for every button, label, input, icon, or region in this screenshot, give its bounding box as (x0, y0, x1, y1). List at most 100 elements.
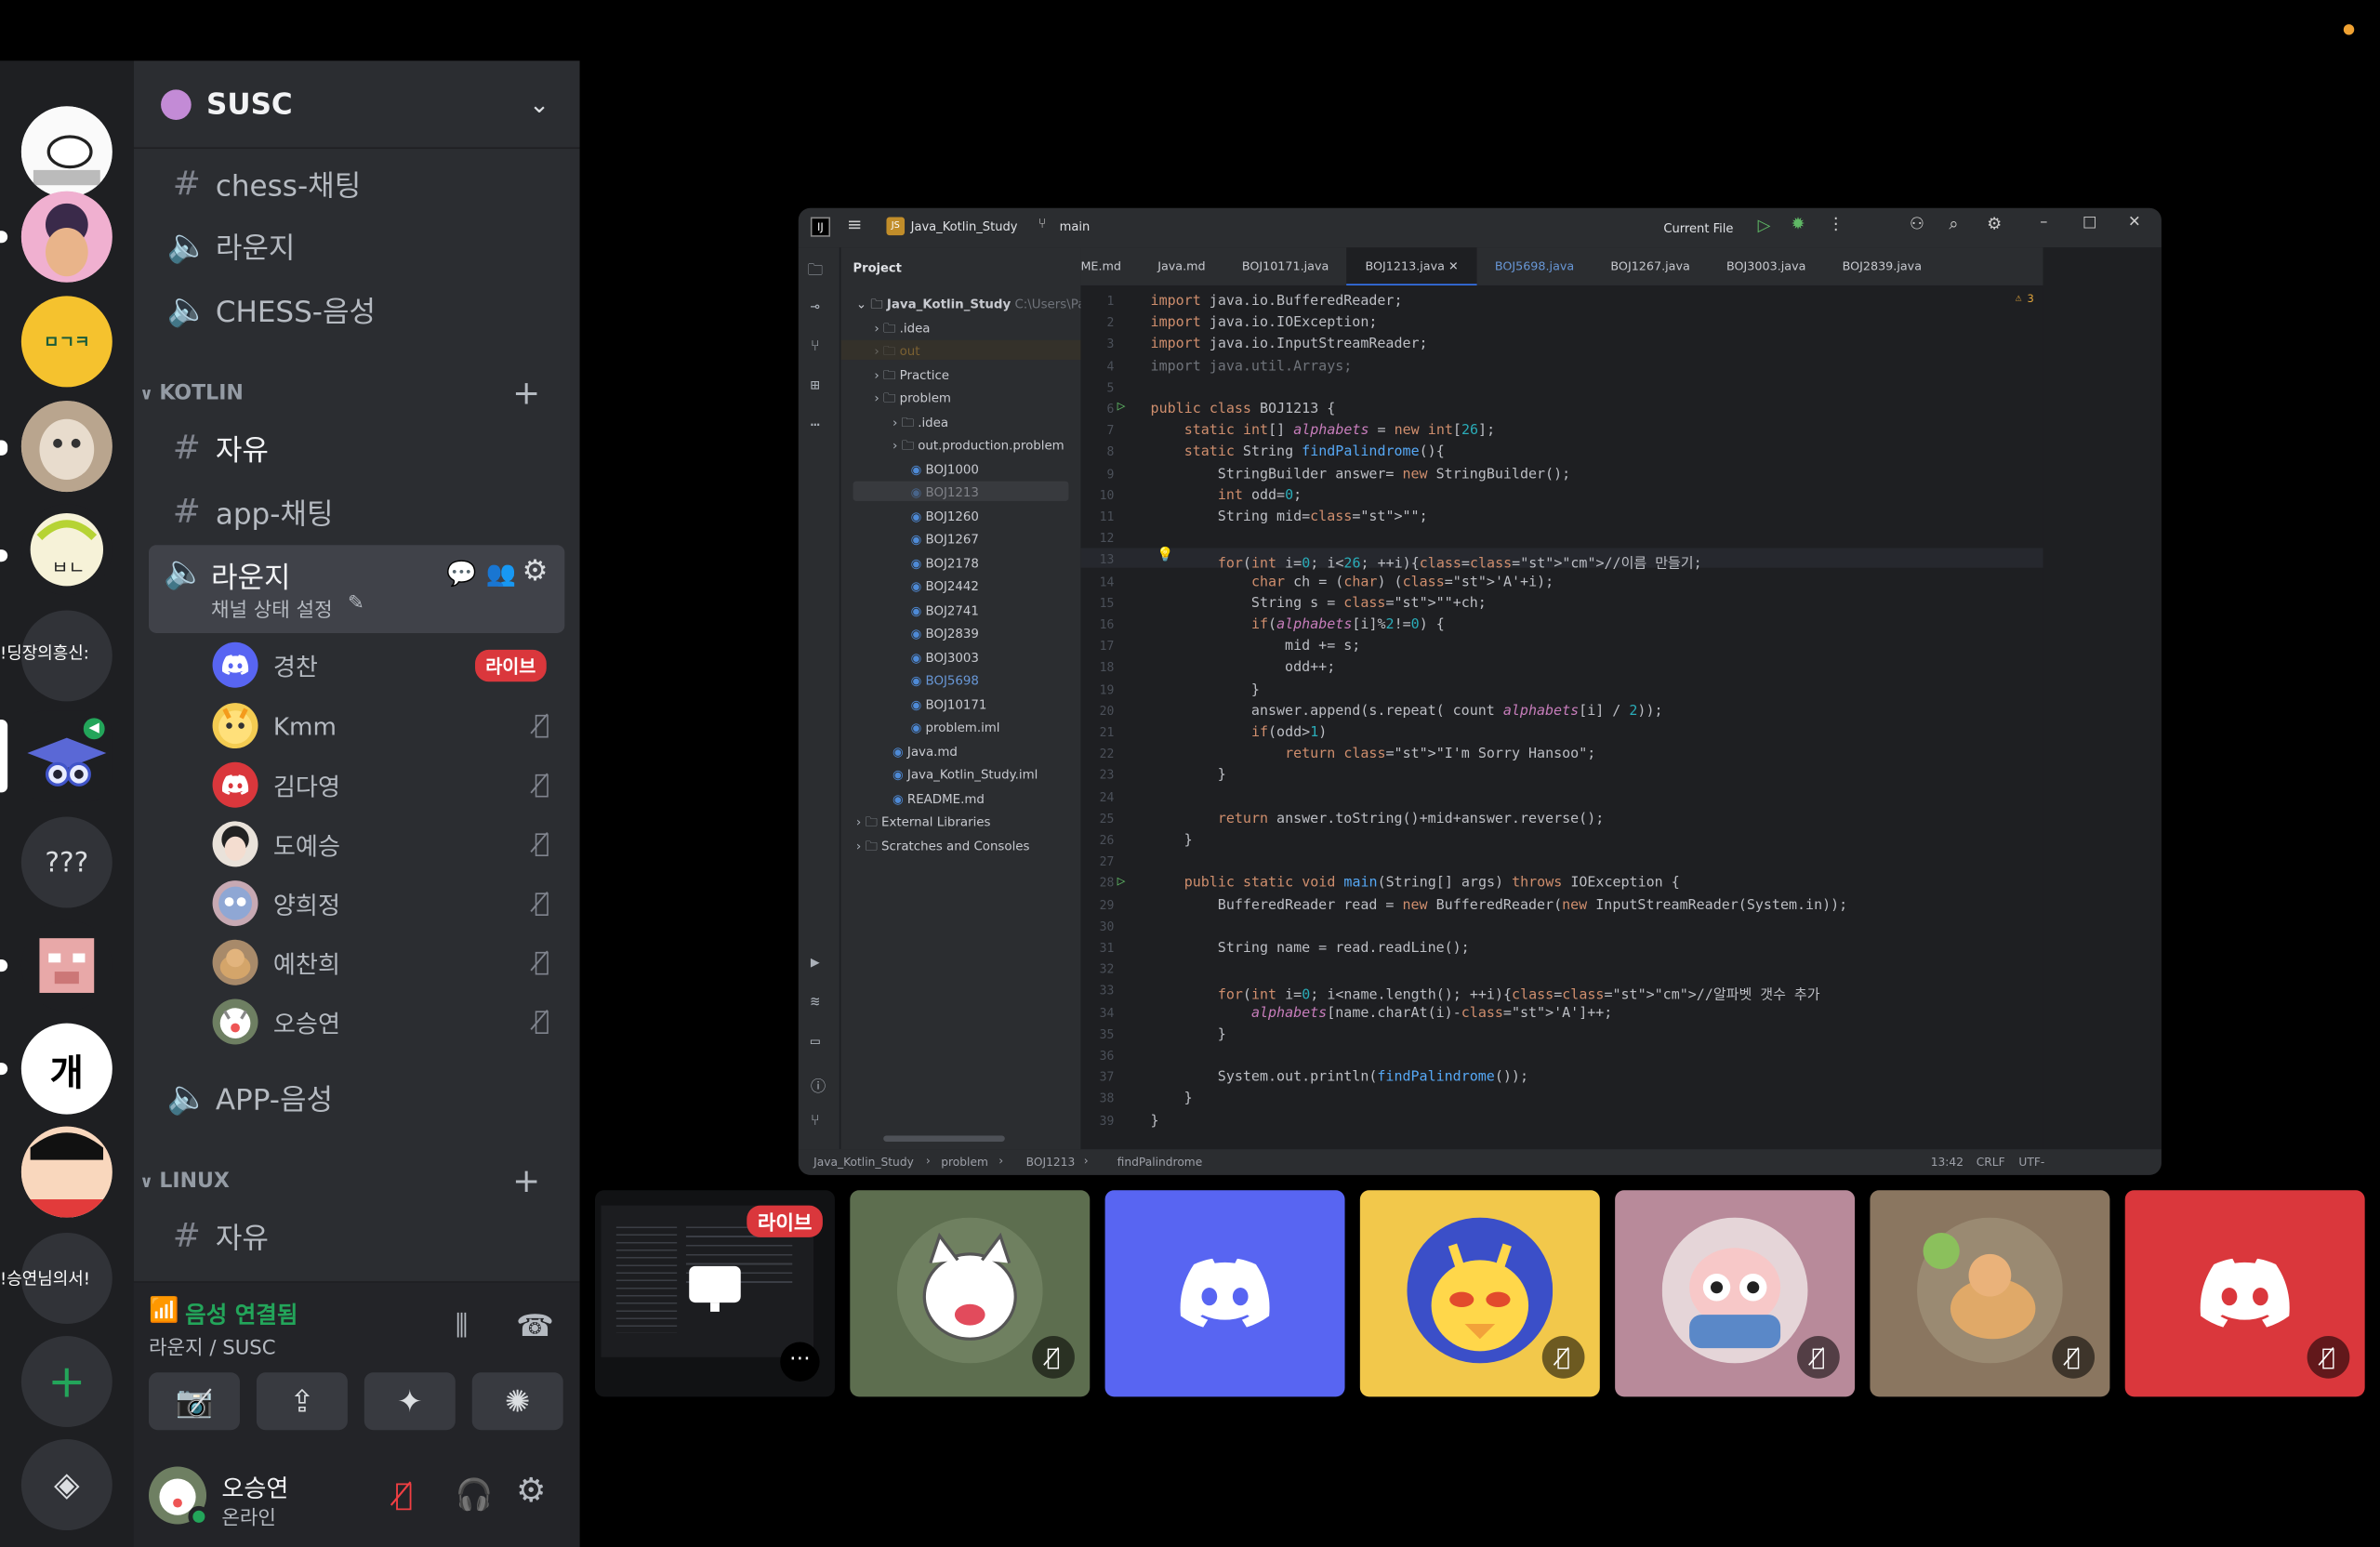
tree-root[interactable]: ⌄ 🗀 Java_Kotlin_Study C:\Users\Park (856, 296, 1098, 317)
run-icon[interactable]: ▷ (1758, 216, 1771, 235)
participant-tile[interactable]: 🎙̸ (850, 1190, 1091, 1397)
breadcrumb-class[interactable]: BOJ1213 (1026, 1156, 1076, 1170)
breadcrumb-folder[interactable]: problem (941, 1156, 988, 1170)
voice-user[interactable]: 도예승 🎙̸ (212, 817, 562, 872)
channel-chess-voice[interactable]: 🔈 CHESS-음성 (149, 281, 564, 338)
tree-item[interactable]: › 🗀 Practice (874, 366, 949, 388)
tree-item[interactable]: ◉ Java.md (892, 743, 958, 758)
add-channel-icon[interactable]: + (512, 1162, 540, 1200)
tree-item[interactable]: ◉ BOJ1267 (911, 532, 979, 547)
editor-tab[interactable]: BOJ5698.java (1476, 247, 1593, 285)
chat-bubble-icon[interactable]: 💬 (446, 559, 477, 588)
branch-selector[interactable]: main (1060, 220, 1091, 234)
server-icon-cat-photo[interactable] (20, 401, 112, 493)
headphones-icon[interactable]: 🎧 (456, 1475, 494, 1512)
user-avatar[interactable] (148, 1466, 210, 1527)
encoding[interactable]: UTF- (2018, 1156, 2044, 1170)
settings-gear-icon[interactable]: ⚙ (516, 1473, 546, 1511)
camera-off-button[interactable]: 📷̸ (148, 1372, 240, 1431)
screen-share-button[interactable]: ⇪ (256, 1372, 348, 1431)
run-gutter-icon[interactable]: ▷ (1117, 399, 1126, 414)
tree-item[interactable]: › 🗀 External Libraries (856, 813, 991, 835)
tree-item[interactable]: ◉ Java_Kotlin_Study.iml (892, 767, 1038, 782)
account-icon[interactable]: ⚇ (1910, 214, 1924, 233)
more-options-icon[interactable]: ⋯ (780, 1342, 820, 1382)
channel-lounge-active[interactable]: 🔈 라운지 채널 상태 설정 ✎ 💬 👥 ⚙ (148, 545, 565, 633)
tree-item[interactable]: ◉ README.md (892, 790, 985, 805)
pull-requests-icon[interactable]: ⑂ (811, 338, 820, 355)
git-icon[interactable]: ⑂ (811, 1113, 820, 1130)
project-folder-icon[interactable]: 🗀 (808, 259, 823, 285)
channel-status[interactable]: 채널 상태 설정 (211, 593, 333, 622)
voice-user[interactable]: 오승연 🎙̸ (212, 995, 562, 1050)
minimize-icon[interactable]: – (2040, 214, 2047, 231)
tree-item[interactable]: ◉ BOJ1260 (911, 508, 979, 522)
channel-kotlin-free[interactable]: # 자유 (149, 419, 564, 477)
tree-item[interactable]: ◉ problem.iml (911, 720, 1000, 734)
maximize-icon[interactable]: □ (2082, 214, 2096, 231)
commit-icon[interactable]: ⊸ (811, 299, 820, 316)
add-channel-icon[interactable]: + (512, 375, 540, 413)
structure-icon[interactable]: ⊞ (811, 378, 820, 395)
more-icon[interactable]: ⋮ (1828, 214, 1844, 233)
editor-tab[interactable]: BOJ3003.java (1708, 247, 1824, 285)
participant-tile[interactable]: 🎙̸ (1615, 1190, 1856, 1397)
explore-servers-button[interactable]: ◈ (20, 1439, 112, 1531)
tree-item[interactable]: › 🗀 .idea (874, 320, 930, 341)
server-icon-shinchan[interactable] (20, 1126, 112, 1218)
category-linux[interactable]: ∨ LINUX + (139, 1162, 571, 1200)
more-tools-icon[interactable]: ⋯ (811, 417, 820, 434)
activities-button[interactable]: ✦ (364, 1372, 456, 1431)
server-icon-mgk[interactable]: ㅁㄱㅋ (20, 296, 112, 388)
gear-icon[interactable]: ⚙ (522, 554, 549, 588)
editor-tab[interactable]: BOJ1267.java (1593, 247, 1709, 285)
user-name[interactable]: 오승연 (221, 1468, 288, 1504)
search-icon[interactable]: ⌕ (1949, 214, 1958, 235)
voice-user[interactable]: 김다영 🎙̸ (212, 758, 562, 813)
hamburger-menu-icon[interactable]: ≡ (847, 214, 862, 235)
settings-icon[interactable]: ⚙ (1987, 214, 2002, 233)
bulb-icon[interactable]: 💡 (1157, 549, 1173, 563)
screen-share-view[interactable]: IJ ≡ JS Java_Kotlin_Study ⑂ main Current… (798, 207, 2162, 1175)
tree-item[interactable]: › 🗀 .idea (892, 414, 948, 435)
close-icon[interactable]: ✕ (2128, 214, 2141, 231)
editor-tab[interactable]: BOJ1213.java ✕ (1346, 247, 1477, 285)
voice-user[interactable]: 경찬 라이브 (212, 638, 562, 693)
tree-item[interactable]: › 🗀 Scratches and Consoles (856, 838, 1030, 859)
editor-tab[interactable]: Java.md (1140, 247, 1224, 285)
channel-linux-free[interactable]: # 자유 (149, 1207, 564, 1264)
server-icon-unknown[interactable]: ??? (20, 816, 112, 908)
editor-tab[interactable]: ME.md (1080, 247, 1139, 285)
voice-user[interactable]: 예찬희 🎙̸ (212, 935, 562, 990)
disconnect-icon[interactable]: ☎ (516, 1307, 554, 1343)
add-server-button[interactable]: + (20, 1336, 112, 1427)
channel-app-voice[interactable]: 🔈 APP-음성 (149, 1069, 564, 1127)
server-icon-gae[interactable]: 개 (20, 1023, 112, 1115)
cursor-position[interactable]: 13:42 (1931, 1156, 1964, 1170)
debug-icon[interactable]: ✹ (1792, 214, 1805, 233)
pencil-icon[interactable]: ✎ (348, 592, 364, 615)
tree-item[interactable]: › 🗀 out.production.problem (892, 437, 1064, 458)
voice-status[interactable]: 음성 연결됨 (185, 1298, 298, 1329)
channel-chess-chat[interactable]: # chess-채팅 (149, 155, 564, 213)
tree-item[interactable]: ◉ BOJ2741 (911, 602, 979, 616)
voice-user[interactable]: Kmm 🎙̸ (212, 698, 562, 753)
project-panel-title[interactable]: Project (853, 261, 902, 275)
tree-item[interactable]: ◉ BOJ1000 (911, 461, 979, 476)
channel-lounge-voice[interactable]: 🔈 라운지 (149, 218, 564, 275)
participant-tile[interactable] (1104, 1190, 1345, 1397)
terminal-icon[interactable]: ▭ (811, 1034, 820, 1051)
tree-item[interactable]: ◉ BOJ5698 (911, 672, 979, 687)
tab-close-icon[interactable]: ✕ (1445, 259, 1459, 273)
category-kotlin[interactable]: ∨ KOTLIN + (139, 375, 571, 413)
editor-scrollbar[interactable] (2043, 247, 2162, 1150)
channel-app-chat[interactable]: # app-채팅 (149, 483, 564, 540)
participant-tile[interactable]: 🎙̸ (1870, 1190, 2110, 1397)
mic-muted-icon[interactable]: 🎙̸ (394, 1475, 413, 1512)
tree-item[interactable]: › 🗀 problem (874, 390, 951, 412)
breadcrumb-method[interactable]: findPalindrome (1117, 1156, 1203, 1170)
editor[interactable]: 1 import java.io.BufferedReader; 2 import j… (1080, 286, 2043, 1150)
run-config-selector[interactable]: Current File (1663, 221, 1733, 235)
tree-item[interactable]: ◉ BOJ2178 (911, 555, 979, 570)
tree-item[interactable]: ◉ BOJ2442 (911, 578, 979, 593)
